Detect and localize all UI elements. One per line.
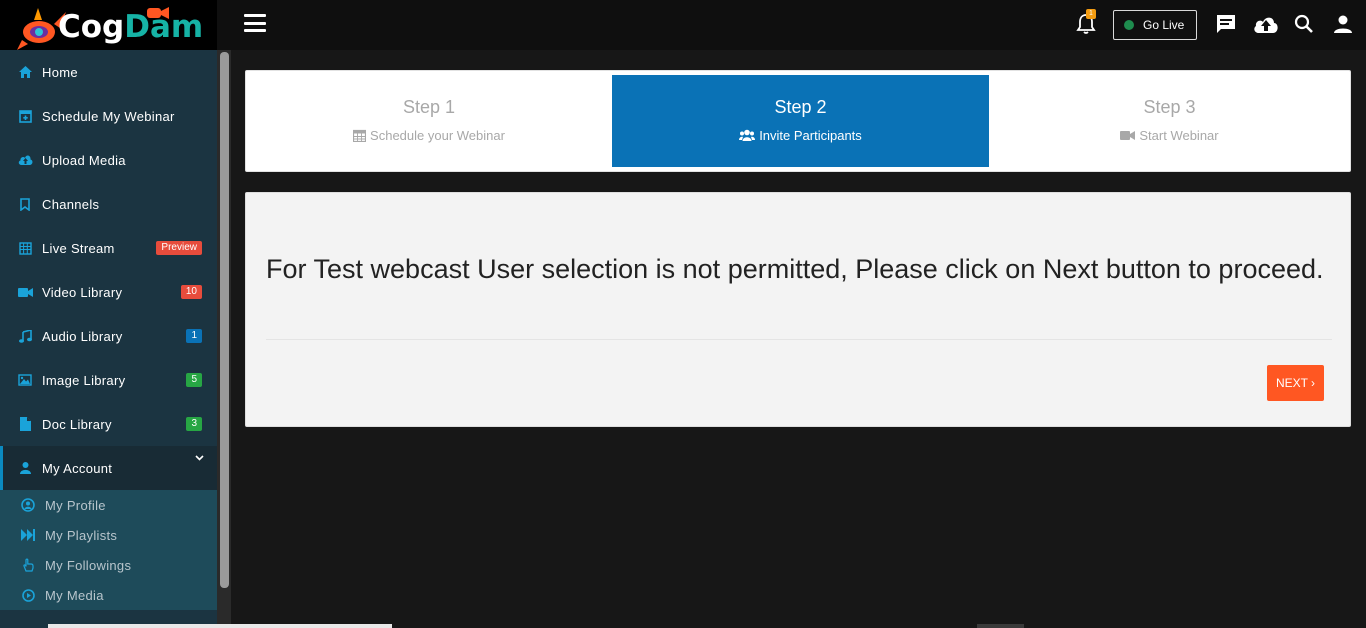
count-badge: 10 bbox=[180, 285, 202, 299]
step-2-invite[interactable]: Step 2 Invite Participants bbox=[612, 75, 989, 167]
user-icon bbox=[1334, 15, 1352, 33]
bookmark-icon bbox=[17, 196, 33, 212]
count-badge: 3 bbox=[186, 417, 202, 431]
sidebar-item-home[interactable]: Home bbox=[0, 50, 217, 94]
sidebar-item-upload-media[interactable]: Upload Media bbox=[0, 138, 217, 182]
go-live-label: Go Live bbox=[1143, 18, 1185, 32]
submenu-item-label: My Profile bbox=[45, 497, 106, 513]
skip-forward-icon bbox=[20, 527, 36, 543]
sidebar-item-video-library[interactable]: Video Library 10 bbox=[0, 270, 217, 314]
sidebar-item-schedule-webinar[interactable]: Schedule My Webinar bbox=[0, 94, 217, 138]
next-button[interactable]: NEXT › bbox=[1267, 365, 1324, 401]
upload-button[interactable] bbox=[1252, 12, 1280, 36]
webinar-stepper: Step 1 Schedule your Webinar Step 2 Invi… bbox=[245, 70, 1351, 172]
sidebar-item-label: Video Library bbox=[42, 284, 123, 300]
step-subtitle: Start Webinar bbox=[1139, 128, 1219, 143]
submenu-item-my-media[interactable]: My Media bbox=[0, 580, 217, 610]
menu-icon-bar bbox=[244, 29, 266, 32]
image-icon bbox=[17, 372, 33, 388]
bottom-strip-segment bbox=[977, 624, 1024, 628]
logo-flag-icon bbox=[147, 7, 169, 19]
document-icon bbox=[17, 416, 33, 432]
submenu-item-my-profile[interactable]: My Profile bbox=[0, 490, 217, 520]
sidebar-item-label: Home bbox=[42, 64, 78, 80]
go-live-button[interactable]: Go Live bbox=[1113, 10, 1197, 40]
submenu-item-label: My Media bbox=[45, 587, 104, 603]
submenu-item-my-followings[interactable]: My Followings bbox=[0, 550, 217, 580]
home-icon bbox=[17, 64, 33, 80]
my-account-submenu: My Profile My Playlists My Followings My… bbox=[0, 490, 217, 610]
cloud-upload-icon bbox=[1254, 17, 1278, 33]
play-circle-icon bbox=[20, 587, 36, 603]
video-camera-icon bbox=[17, 284, 33, 300]
preview-badge: Preview bbox=[156, 241, 202, 255]
logo-text-cog: Cog bbox=[58, 9, 125, 45]
sidebar: Home Schedule My Webinar Upload Media Ch… bbox=[0, 50, 217, 628]
sidebar-item-channels[interactable]: Channels bbox=[0, 182, 217, 226]
logo[interactable]: CogDam bbox=[0, 0, 217, 50]
sidebar-item-image-library[interactable]: Image Library 5 bbox=[0, 358, 217, 402]
sidebar-item-audio-library[interactable]: Audio Library 1 bbox=[0, 314, 217, 358]
sidebar-item-label: My Account bbox=[42, 460, 113, 476]
step-title: Step 1 bbox=[402, 97, 456, 117]
step-title: Step 2 bbox=[774, 97, 827, 117]
menu-toggle-button[interactable] bbox=[244, 14, 266, 32]
menu-icon-bar bbox=[244, 14, 266, 17]
user-menu-button[interactable] bbox=[1331, 12, 1355, 36]
sidebar-item-label: Schedule My Webinar bbox=[42, 108, 175, 124]
users-icon bbox=[739, 129, 756, 141]
sidebar-item-label: Doc Library bbox=[42, 416, 112, 432]
logo-text: CogDam bbox=[58, 9, 203, 45]
sidebar-item-label: Live Stream bbox=[42, 240, 115, 256]
count-badge: 5 bbox=[186, 373, 202, 387]
calendar-icon bbox=[353, 129, 367, 142]
step-3-start[interactable]: Step 3 Start Webinar bbox=[989, 75, 1350, 167]
user-icon bbox=[17, 460, 33, 476]
step-subtitle-row: Invite Participants bbox=[612, 128, 989, 143]
sidebar-item-live-stream[interactable]: Live Stream Preview bbox=[0, 226, 217, 270]
horizontal-scrollbar-thumb[interactable] bbox=[48, 624, 392, 628]
step-subtitle: Invite Participants bbox=[759, 128, 862, 143]
notification-badge: 1 bbox=[1086, 9, 1096, 19]
search-button[interactable] bbox=[1292, 12, 1316, 36]
step-subtitle-row: Start Webinar bbox=[989, 128, 1350, 143]
step-1-schedule[interactable]: Step 1 Schedule your Webinar bbox=[246, 75, 612, 167]
submenu-item-label: My Followings bbox=[45, 557, 132, 573]
step-subtitle: Schedule your Webinar bbox=[370, 128, 505, 143]
live-status-dot bbox=[1124, 20, 1134, 30]
top-bar: CogDam 1 Go Live bbox=[0, 0, 1366, 50]
chat-icon bbox=[1217, 15, 1235, 33]
sidebar-item-label: Image Library bbox=[42, 372, 126, 388]
info-message: For Test webcast User selection is not p… bbox=[266, 254, 1324, 284]
chat-button[interactable] bbox=[1214, 12, 1238, 36]
chevron-down-icon bbox=[195, 455, 204, 461]
sidebar-scrollbar-thumb[interactable] bbox=[220, 52, 229, 588]
step-title: Step 3 bbox=[1143, 97, 1196, 117]
sidebar-item-label: Audio Library bbox=[42, 328, 123, 344]
panel-divider bbox=[266, 339, 1332, 340]
video-camera-icon bbox=[1120, 131, 1136, 140]
search-icon bbox=[1294, 14, 1313, 33]
sidebar-item-label: Channels bbox=[42, 196, 100, 212]
count-badge: 1 bbox=[186, 329, 202, 343]
submenu-item-label: My Playlists bbox=[45, 527, 118, 543]
sidebar-item-doc-library[interactable]: Doc Library 3 bbox=[0, 402, 217, 446]
sidebar-item-my-account[interactable]: My Account bbox=[0, 446, 217, 490]
step-subtitle-row: Schedule your Webinar bbox=[246, 128, 612, 143]
music-note-icon bbox=[17, 328, 33, 344]
invite-panel: For Test webcast User selection is not p… bbox=[245, 192, 1351, 427]
cloud-upload-icon bbox=[17, 152, 33, 168]
profile-circle-icon bbox=[20, 497, 36, 513]
sidebar-item-label: Upload Media bbox=[42, 152, 126, 168]
hand-pointer-icon bbox=[20, 557, 36, 573]
calendar-grid-icon bbox=[17, 240, 33, 256]
calendar-plus-icon bbox=[17, 108, 33, 124]
menu-icon-bar bbox=[244, 21, 266, 25]
submenu-item-my-playlists[interactable]: My Playlists bbox=[0, 520, 217, 550]
